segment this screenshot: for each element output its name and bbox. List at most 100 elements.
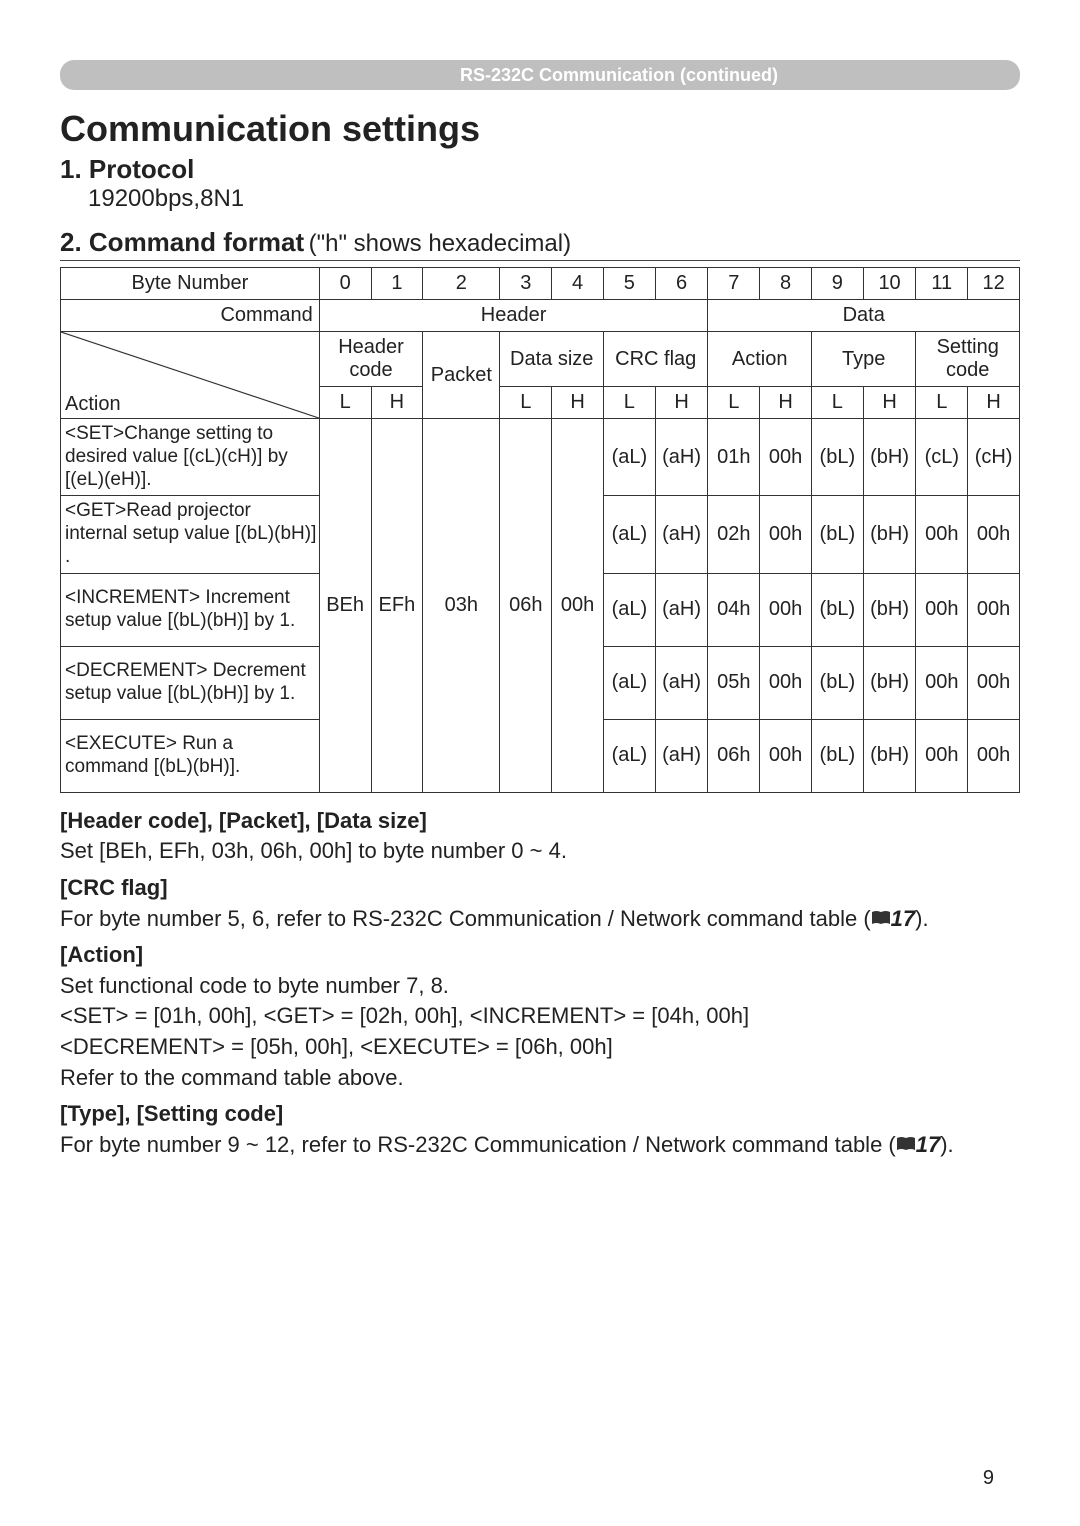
byte-num: 5 [603,268,655,300]
cell: (aL) [603,419,655,496]
byte-num: 4 [552,268,604,300]
cell: (cH) [968,419,1020,496]
lh: H [760,387,812,419]
command-format-table: Byte Number 0 1 2 3 4 5 6 7 8 9 10 11 12… [60,267,1020,793]
note3-line1: Set functional code to byte number 7, 8. [60,972,1020,1001]
cell: (bH) [863,419,916,496]
cell: (bL) [811,419,863,496]
notes-section: [Header code], [Packet], [Data size] Set… [60,807,1020,1160]
section-1-title: 1. Protocol [60,154,194,185]
lh: H [968,387,1020,419]
page-ref: 17 [916,1132,940,1157]
byte-num: 9 [811,268,863,300]
cell: (bH) [863,646,916,719]
cell: (aL) [603,496,655,573]
byte-num: 10 [863,268,916,300]
cell: 00h [916,646,968,719]
cell: 00h [760,496,812,573]
note3-line2: <SET> = [01h, 00h], <GET> = [02h, 00h], … [60,1002,1020,1031]
note2-body: For byte number 5, 6, refer to RS-232C C… [60,905,1020,934]
cell: (aH) [655,419,708,496]
byte-num: 12 [968,268,1020,300]
cell: (bL) [811,496,863,573]
protocol-value: 19200bps,8N1 [88,185,1020,213]
lh: H [371,387,423,419]
cell: (bL) [811,646,863,719]
cell: 00h [760,419,812,496]
lh: H [863,387,916,419]
row-desc: <EXECUTE> Run a command [(bL)(bH)]. [61,719,320,792]
byte-num: 2 [423,268,500,300]
action-col-label: Action [708,332,812,387]
setting-code-label: Setting code [916,332,1020,387]
note4-title: [Type], [Setting code] [60,1100,1020,1129]
cell: 06h [708,719,760,792]
section-header-text: RS-232C Communication (continued) [460,65,778,86]
type-col-label: Type [811,332,915,387]
note4-body: For byte number 9 ~ 12, refer to RS-232C… [60,1131,1020,1160]
byte-num: 0 [319,268,371,300]
action-diag-label: Action [65,393,121,416]
section-header-bar: RS-232C Communication (continued) [60,60,1020,90]
note1-title: [Header code], [Packet], [Data size] [60,807,1020,836]
diagonal-split-cell: Command Action [61,332,320,419]
cell: (bL) [811,719,863,792]
cell: 00h [968,646,1020,719]
byte-num: 1 [371,268,423,300]
cell: 00h [916,573,968,646]
cell: (aH) [655,573,708,646]
cell: 00h [760,573,812,646]
note2-title: [CRC flag] [60,874,1020,903]
byte-number-label: Byte Number [61,268,320,300]
page-title: Communication settings [60,108,1020,150]
page-number: 9 [983,1467,994,1490]
byte-num: 7 [708,268,760,300]
book-icon [896,1131,916,1160]
cell: (bH) [863,573,916,646]
cell: (aH) [655,719,708,792]
lh: H [552,387,604,419]
cell: 02h [708,496,760,573]
section-2-note: ("h" shows hexadecimal) [309,230,571,257]
row-desc: <DECREMENT> Decrement setup value [(bL)(… [61,646,320,719]
packet-label: Packet [423,332,500,419]
fixed-size-H: 00h [552,419,604,793]
note3-line4: Refer to the command table above. [60,1064,1020,1093]
lh: L [916,387,968,419]
cell: (aL) [603,719,655,792]
cell: 00h [916,719,968,792]
row-desc: <SET>Change setting to desired value [(c… [61,419,320,496]
cell: (bH) [863,719,916,792]
fixed-code-H: EFh [371,419,423,793]
data-group: Data [708,300,1020,332]
section-2-title: 2. Command format [60,227,304,258]
lh: L [603,387,655,419]
cell: 00h [760,646,812,719]
cell: 00h [968,719,1020,792]
lh: L [708,387,760,419]
fixed-size-L: 06h [500,419,552,793]
cell: (bL) [811,573,863,646]
row-desc: <INCREMENT> Increment setup value [(bL)(… [61,573,320,646]
fixed-code-L: BEh [319,419,371,793]
lh: L [500,387,552,419]
byte-num: 3 [500,268,552,300]
cell: (aL) [603,646,655,719]
lh: L [319,387,371,419]
data-size-label: Data size [500,332,604,387]
cell: 00h [916,496,968,573]
byte-num: 11 [916,268,968,300]
lh: L [811,387,863,419]
header-group: Header [319,300,708,332]
book-icon [871,905,891,934]
note3-line3: <DECREMENT> = [05h, 00h], <EXECUTE> = [0… [60,1033,1020,1062]
cell: 01h [708,419,760,496]
cell: 00h [968,496,1020,573]
cell: (bH) [863,496,916,573]
cell: 04h [708,573,760,646]
cell: 00h [968,573,1020,646]
row-desc: <GET>Read projector internal setup value… [61,496,320,573]
cell: (aL) [603,573,655,646]
cell: (cL) [916,419,968,496]
note1-body: Set [BEh, EFh, 03h, 06h, 00h] to byte nu… [60,837,1020,866]
